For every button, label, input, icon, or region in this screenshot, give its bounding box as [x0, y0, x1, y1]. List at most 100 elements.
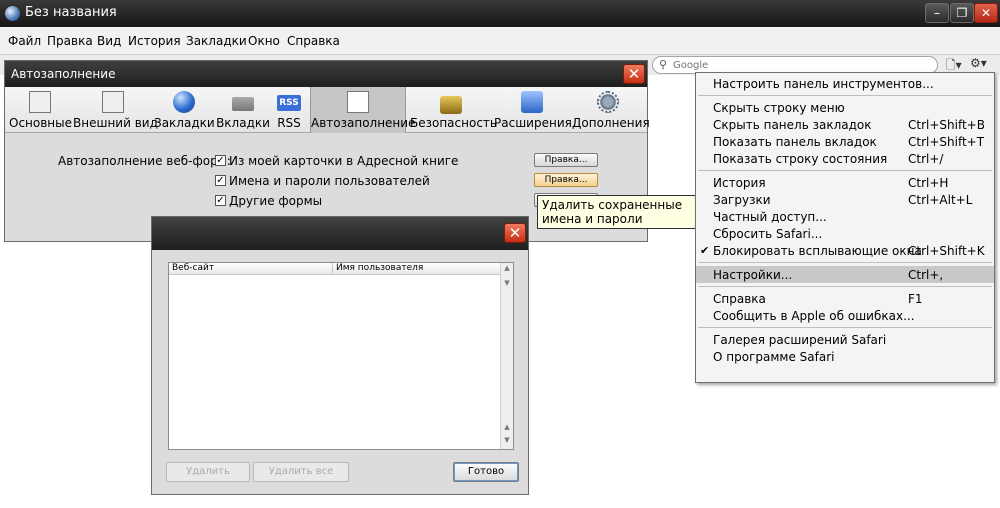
- tab-general-label: Основные: [9, 116, 73, 130]
- window-title: Без названия: [25, 5, 117, 20]
- table-header: Веб-сайт Имя пользователя: [169, 263, 513, 275]
- menu-item[interactable]: Сообщить в Apple об ошибках...: [696, 307, 994, 324]
- scroll-down-arrow-bottom-icon[interactable]: ▼: [503, 436, 511, 444]
- scroll-up-arrow-icon[interactable]: ▲: [503, 264, 511, 272]
- menu-item-label: Настроить панель инструментов...: [713, 77, 934, 91]
- menu-item-label: Галерея расширений Safari: [713, 333, 887, 347]
- advanced-gear-icon: [597, 91, 619, 113]
- tab-bookmarks[interactable]: Закладки: [154, 87, 215, 133]
- menu-item[interactable]: История Ctrl+H: [696, 174, 994, 191]
- menu-item-label: Сбросить Safari...: [713, 227, 823, 241]
- menu-item-shortcut: Ctrl+/: [908, 152, 944, 166]
- menu-item[interactable]: Загрузки Ctrl+Alt+L: [696, 191, 994, 208]
- addressbook-checkbox[interactable]: ✓: [215, 155, 226, 166]
- preferences-title: Автозаполнение: [11, 67, 116, 81]
- menu-item[interactable]: Настроить панель инструментов...: [696, 75, 994, 92]
- menu-item[interactable]: Справка F1: [696, 290, 994, 307]
- minimize-button[interactable]: –: [925, 3, 949, 23]
- scroll-up-arrow-bottom-icon[interactable]: ▲: [503, 423, 511, 431]
- preferences-titlebar: Автозаполнение ✕: [5, 61, 647, 87]
- security-lock-icon: [440, 96, 462, 114]
- menu-item[interactable]: ✔ Блокировать всплывающие окна Ctrl+Shift+…: [696, 242, 994, 259]
- menu-separator: [698, 327, 992, 328]
- menu-edit[interactable]: Правка: [47, 34, 93, 48]
- menu-item[interactable]: О программе Safari: [696, 348, 994, 365]
- passwords-dialog-titlebar: ✕: [152, 217, 528, 250]
- dialog-close-button[interactable]: ✕: [504, 223, 526, 243]
- menu-item-label: Частный доступ...: [713, 210, 827, 224]
- menu-item-label: Справка: [713, 292, 766, 306]
- tab-extensions-label: Расширения: [494, 116, 572, 130]
- menu-separator: [698, 95, 992, 96]
- window-titlebar: Без названия – ❐ ✕: [0, 0, 1000, 27]
- edit-addressbook-button[interactable]: Правка...: [534, 153, 598, 167]
- tab-advanced-label: Дополнения: [572, 116, 650, 130]
- done-button[interactable]: Готово: [453, 462, 519, 482]
- settings-gear-button[interactable]: ⚙▾: [970, 56, 987, 72]
- passwords-table[interactable]: Веб-сайт Имя пользователя ▲ ▼ ▲ ▼: [168, 262, 514, 450]
- menu-item[interactable]: Настройки... Ctrl+,: [696, 266, 994, 283]
- rss-icon: RSS: [277, 95, 301, 111]
- menu-item[interactable]: Показать строку состояния Ctrl+/: [696, 150, 994, 167]
- checkmark-icon: ✔: [700, 244, 710, 257]
- menu-item[interactable]: Скрыть строку меню: [696, 99, 994, 116]
- menu-view[interactable]: Вид: [97, 34, 121, 48]
- tab-security-label: Безопасность: [410, 116, 497, 130]
- scroll-down-arrow-icon[interactable]: ▼: [503, 279, 511, 287]
- tab-security[interactable]: Безопасность: [410, 87, 497, 133]
- extensions-icon: [521, 91, 543, 113]
- menu-help[interactable]: Справка: [287, 34, 340, 48]
- tab-bookmarks-label: Закладки: [154, 116, 215, 130]
- menu-item[interactable]: Сбросить Safari...: [696, 225, 994, 242]
- remove-all-button[interactable]: Удалить все: [253, 462, 349, 482]
- tab-extensions[interactable]: Расширения: [494, 87, 572, 133]
- menu-item-label: О программе Safari: [713, 350, 835, 364]
- usernames-passwords-checkbox[interactable]: ✓: [215, 175, 226, 186]
- edit-passwords-button[interactable]: Правка...: [534, 173, 598, 187]
- menu-bookmarks[interactable]: Закладки: [186, 34, 247, 48]
- tab-autofill-label: Автозаполнение: [311, 116, 416, 130]
- menu-item-shortcut: Ctrl+Alt+L: [908, 193, 973, 207]
- menu-window[interactable]: Окно: [248, 34, 280, 48]
- safari-globe-icon: [5, 6, 20, 21]
- general-switch-icon: [29, 91, 51, 113]
- search-input[interactable]: [673, 58, 928, 72]
- menu-item-label: Блокировать всплывающие окна: [713, 244, 922, 258]
- other-forms-label: Другие формы: [229, 194, 323, 208]
- tooltip: Удалить сохраненные имена и пароли: [537, 195, 697, 229]
- menu-item-shortcut: F1: [908, 292, 923, 306]
- menu-file[interactable]: Файл: [8, 34, 41, 48]
- bookmarks-globe-icon: [173, 91, 195, 113]
- preferences-tabs: Основные Внешний вид Закладки Вкладки RS…: [5, 87, 650, 133]
- tab-tabs[interactable]: Вкладки: [216, 87, 270, 133]
- menu-separator: [698, 262, 992, 263]
- tab-advanced[interactable]: Дополнения: [572, 87, 650, 133]
- remove-button[interactable]: Удалить: [166, 462, 250, 482]
- close-button[interactable]: ✕: [974, 3, 998, 23]
- tab-appearance[interactable]: Внешний вид: [73, 87, 158, 133]
- menu-item[interactable]: Скрыть панель закладок Ctrl+Shift+B: [696, 116, 994, 133]
- menu-item-shortcut: Ctrl+Shift+B: [908, 118, 985, 132]
- tab-general[interactable]: Основные: [9, 87, 73, 133]
- menu-item-label: История: [713, 176, 766, 190]
- menu-item[interactable]: Галерея расширений Safari: [696, 331, 994, 348]
- column-website[interactable]: Веб-сайт: [172, 263, 214, 273]
- preferences-close-button[interactable]: ✕: [623, 64, 645, 84]
- menu-item-label: Загрузки: [713, 193, 771, 207]
- tab-rss[interactable]: RSS RSS: [272, 87, 306, 133]
- other-forms-checkbox[interactable]: ✓: [215, 195, 226, 206]
- page-menu-button[interactable]: 🗋▾: [946, 56, 962, 72]
- menu-item-shortcut: Ctrl+,: [908, 268, 944, 282]
- tab-appearance-label: Внешний вид: [73, 116, 158, 130]
- menu-history[interactable]: История: [128, 34, 181, 48]
- usernames-passwords-label: Имена и пароли пользователей: [229, 174, 430, 188]
- menu-item[interactable]: Показать панель вкладок Ctrl+Shift+T: [696, 133, 994, 150]
- tab-autofill[interactable]: Автозаполнение: [310, 87, 416, 133]
- column-username[interactable]: Имя пользователя: [332, 263, 423, 273]
- menu-item-label: Настройки...: [713, 268, 793, 282]
- settings-dropdown-menu: Настроить панель инструментов... Скрыть с…: [695, 72, 995, 383]
- tab-tabs-label: Вкладки: [216, 116, 270, 130]
- menu-item[interactable]: Частный доступ...: [696, 208, 994, 225]
- table-scrollbar[interactable]: ▲ ▼ ▲ ▼: [500, 263, 513, 449]
- maximize-button[interactable]: ❐: [950, 3, 974, 23]
